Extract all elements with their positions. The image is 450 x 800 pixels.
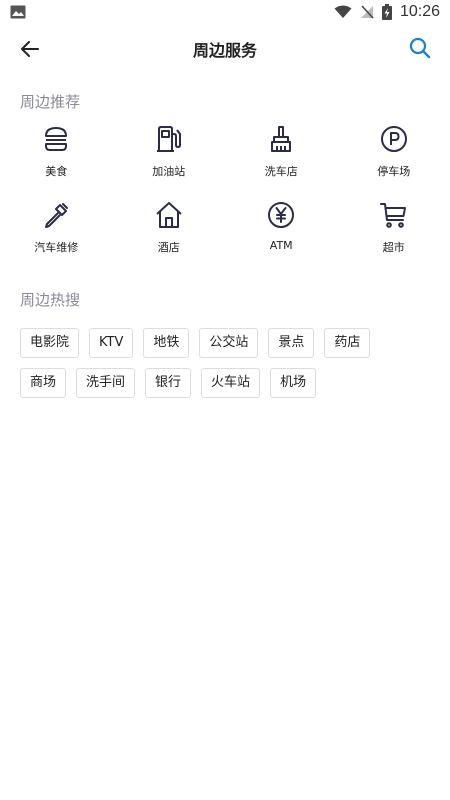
clock: 10:26 [399,3,440,20]
battery-charging-icon [381,4,392,20]
back-arrow-icon[interactable] [18,37,42,61]
burger-icon [45,127,68,151]
yen-icon [268,202,295,228]
grid-label: 加油站 [152,165,186,178]
gas-pump-icon [156,126,181,152]
recommend-grid: 美食 加油站 洗车店 停车场 汽车维修 酒店 ATM 超市 [0,124,450,276]
tag-mall[interactable]: 商场 [20,368,67,398]
house-icon [156,202,182,228]
grid-item-car-wash[interactable]: 洗车店 [225,124,338,200]
tag-airport[interactable]: 机场 [270,368,317,398]
tag-ktv[interactable]: KTV [89,328,134,358]
grid-item-parking[interactable]: 停车场 [338,124,450,200]
tag-scenic-spot[interactable]: 景点 [268,328,315,358]
tag-subway[interactable]: 地铁 [143,328,190,358]
section-title-recommend: 周边推荐 [20,93,81,111]
grid-label: 酒店 [157,241,180,254]
grid-item-gas-station[interactable]: 加油站 [113,124,226,200]
navigation-bar: 周边服务 [0,24,450,74]
tag-restroom[interactable]: 洗手间 [76,368,136,398]
grid-label: 汽车维修 [34,241,79,254]
hot-tags: 电影院 KTV 地铁 公交站 景点 药店 商场 洗手间 银行 火车站 机场 [0,328,420,398]
search-icon[interactable] [408,36,432,60]
brush-icon [271,126,292,152]
grid-label: 停车场 [377,165,411,178]
parking-icon [380,126,407,152]
tag-cinema[interactable]: 电影院 [20,328,80,358]
tag-bus-stop[interactable]: 公交站 [199,328,259,358]
signal-off-icon [360,5,374,19]
grid-item-hotel[interactable]: 酒店 [113,200,226,276]
grid-label: ATM [269,239,293,252]
grid-item-food[interactable]: 美食 [0,124,113,200]
tag-pharmacy[interactable]: 药店 [324,328,371,358]
grid-item-supermarket[interactable]: 超市 [338,200,450,276]
section-title-hot: 周边热搜 [20,291,81,309]
grid-label: 洗车店 [264,165,298,178]
page-title: 周边服务 [192,41,257,60]
grid-item-car-repair[interactable]: 汽车维修 [0,200,113,276]
cart-icon [379,203,406,228]
grid-label: 超市 [382,241,405,254]
tag-train-station[interactable]: 火车站 [201,368,261,398]
status-bar: 10:26 [0,0,450,24]
screwdriver-icon [45,203,69,228]
grid-label: 美食 [45,165,68,178]
tag-bank[interactable]: 银行 [145,368,192,398]
image-notification-icon [10,5,26,19]
wifi-icon [334,5,352,18]
grid-item-atm[interactable]: ATM [225,200,338,276]
